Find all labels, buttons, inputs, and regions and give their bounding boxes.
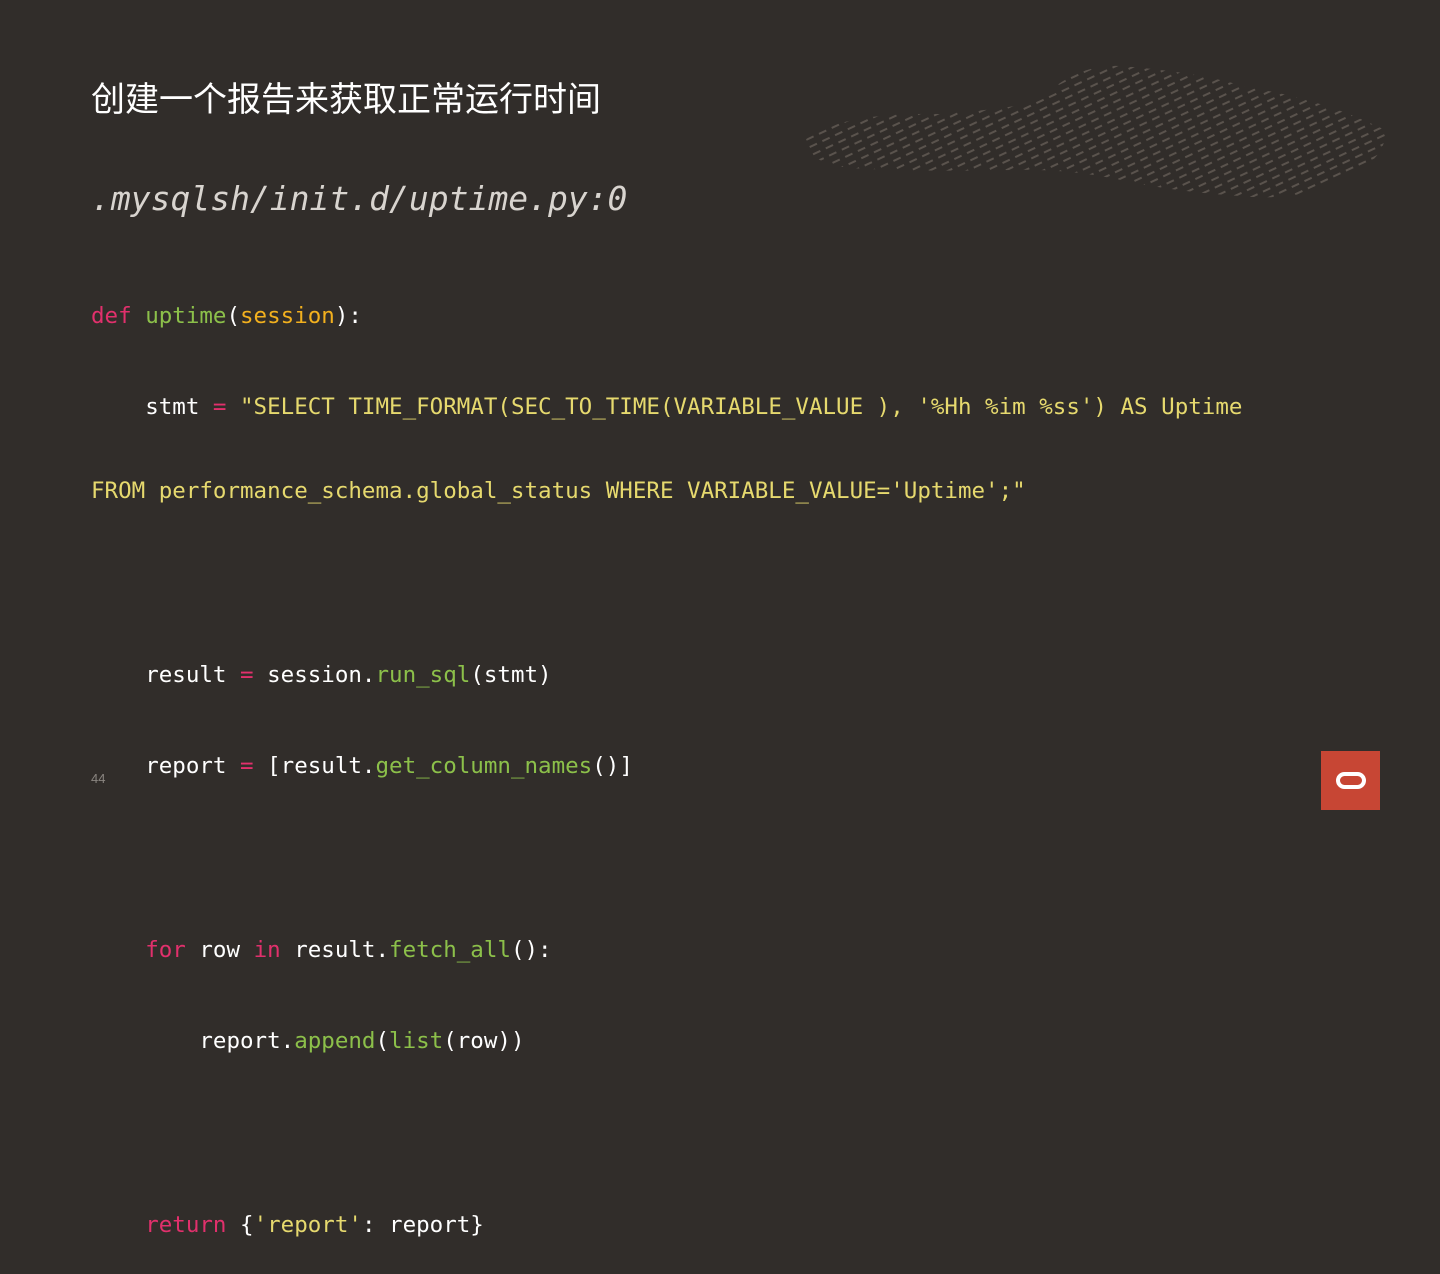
- report-open: [result.: [267, 753, 376, 779]
- function-name: uptime: [145, 303, 227, 329]
- method-append: append: [294, 1028, 376, 1054]
- report-close: ()]: [592, 753, 633, 779]
- code-line: FROM performance_schema.global_status WH…: [91, 475, 1391, 514]
- slide-title: 创建一个报告来获取正常运行时间: [91, 80, 601, 120]
- sql-string-part1: "SELECT TIME_FORMAT(SEC_TO_TIME(VARIABLE…: [240, 394, 1243, 420]
- punct: (: [226, 303, 241, 329]
- code-line: report = [result.get_column_names()]: [91, 750, 1391, 789]
- report-ref: report.: [199, 1028, 295, 1054]
- assign-op: =: [212, 394, 227, 420]
- param-session: session: [240, 303, 335, 329]
- session-ref: session.: [267, 662, 376, 688]
- dict-open: {: [240, 1212, 254, 1238]
- result-ref: result.: [294, 937, 390, 963]
- code-line: for row in result.fetch_all():: [91, 934, 1391, 973]
- builtin-list: list: [389, 1028, 444, 1054]
- assign-op: =: [240, 753, 254, 779]
- method-run-sql: run_sql: [375, 662, 471, 688]
- code-line: def uptime(session):: [91, 300, 1391, 339]
- file-path-subtitle: .mysqlsh/init.d/uptime.py:0: [91, 179, 628, 218]
- keyword-for: for: [145, 937, 186, 963]
- keyword-in: in: [253, 937, 281, 963]
- method-get-column-names: get_column_names: [375, 753, 593, 779]
- decorative-texture: [805, 65, 1386, 198]
- code-line: stmt = "SELECT TIME_FORMAT(SEC_TO_TIME(V…: [91, 391, 1391, 423]
- keyword-def: def: [91, 303, 132, 329]
- args: (row)): [443, 1028, 525, 1054]
- var-result: result: [145, 662, 227, 688]
- dict-rest: : report}: [361, 1212, 484, 1238]
- string-report-key: 'report': [253, 1212, 362, 1238]
- logo-ring: [1335, 772, 1366, 789]
- page-number: 44: [91, 771, 106, 786]
- keyword-return: return: [145, 1212, 227, 1238]
- punct: ):: [334, 303, 362, 329]
- code-line: report.append(list(row)): [91, 1025, 1391, 1064]
- oracle-logo-icon: [1321, 751, 1380, 810]
- code-line: result = session.run_sql(stmt): [91, 659, 1391, 698]
- punct: (: [375, 1028, 390, 1054]
- punct: ():: [510, 937, 552, 963]
- code-line: return {'report': report}: [91, 1209, 1391, 1248]
- sql-string-part2: FROM performance_schema.global_status WH…: [91, 478, 1026, 504]
- assign-op: =: [240, 662, 254, 688]
- args: (stmt): [470, 662, 552, 688]
- var-row: row: [199, 937, 241, 963]
- code-block: def uptime(session): stmt = "SELECT TIME…: [91, 248, 1391, 1274]
- var-stmt: stmt: [145, 394, 200, 420]
- method-fetch-all: fetch_all: [389, 937, 511, 963]
- var-report: report: [145, 753, 227, 779]
